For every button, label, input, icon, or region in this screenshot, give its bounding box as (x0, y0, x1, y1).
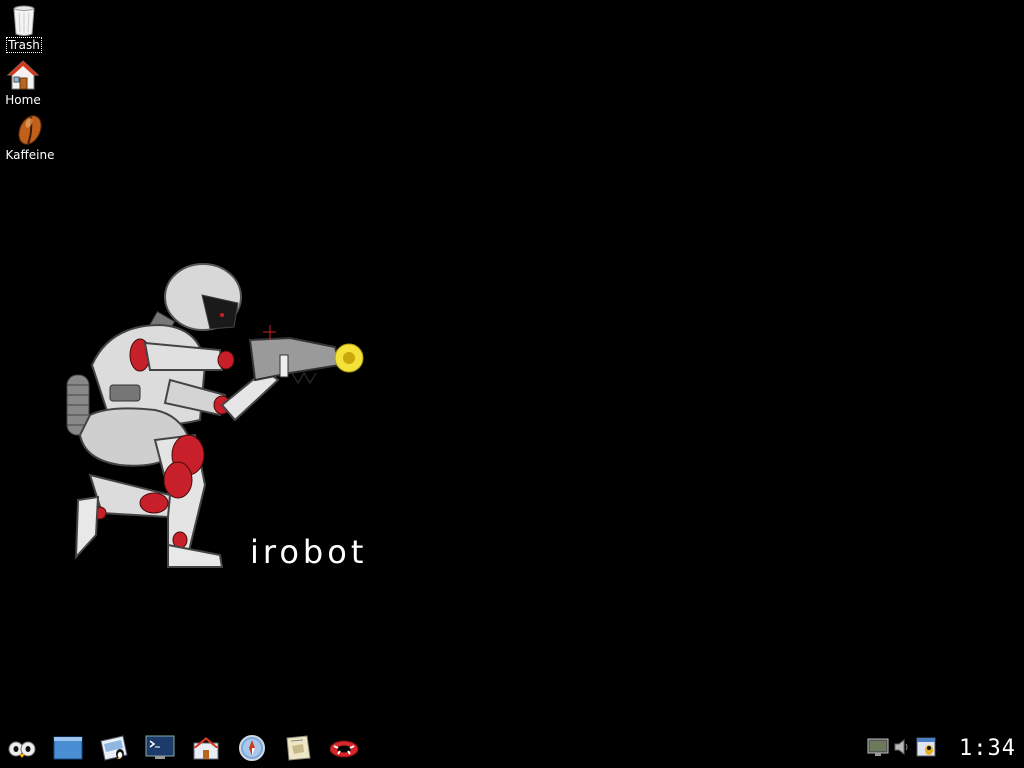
trash-icon (13, 5, 35, 36)
tray-display[interactable] (866, 736, 890, 758)
robot-ray-gun (248, 325, 364, 384)
kaffeine-icon (18, 115, 42, 145)
desktop: Trash Home Kaffeine irobot 1:34 (0, 0, 1024, 768)
terminal-icon (145, 735, 175, 759)
wallpaper-caption: irobot (250, 533, 368, 571)
desktop-icon-kaffeine[interactable]: Kaffeine (0, 113, 60, 162)
linux-window-icon (100, 735, 128, 761)
notes-launcher[interactable] (282, 734, 314, 762)
desktop-icon-trash[interactable]: Trash (0, 3, 54, 53)
notes-icon (286, 735, 311, 761)
terminal-launcher[interactable] (144, 734, 176, 762)
tray-klipper[interactable] (914, 736, 938, 758)
help-launcher[interactable] (328, 734, 360, 762)
show-desktop-icon (53, 736, 83, 760)
linux-window-launcher[interactable] (98, 734, 130, 762)
clock[interactable]: 1:34 (959, 736, 1016, 761)
desktop-icon-home[interactable]: Home (0, 58, 53, 107)
volume-icon (894, 738, 908, 756)
home-icon (6, 60, 40, 90)
k-menu-button[interactable] (6, 734, 38, 762)
display-icon (867, 738, 889, 756)
desktop-icon-label: Home (5, 93, 41, 107)
taskbar: 1:34 (0, 728, 1024, 768)
web-browser-icon (239, 735, 265, 761)
k-menu-icon (8, 741, 36, 758)
home-folder-launcher[interactable] (190, 734, 222, 762)
desktop-icon-label: Kaffeine (5, 148, 55, 162)
web-browser-launcher[interactable] (236, 734, 268, 762)
help-lifebuoy-icon (329, 740, 359, 758)
home-folder-icon (193, 737, 219, 760)
desktop-icon-label: Trash (6, 37, 42, 53)
tray-volume[interactable] (890, 736, 914, 758)
show-desktop-button[interactable] (52, 734, 84, 762)
klipper-icon (916, 737, 936, 757)
